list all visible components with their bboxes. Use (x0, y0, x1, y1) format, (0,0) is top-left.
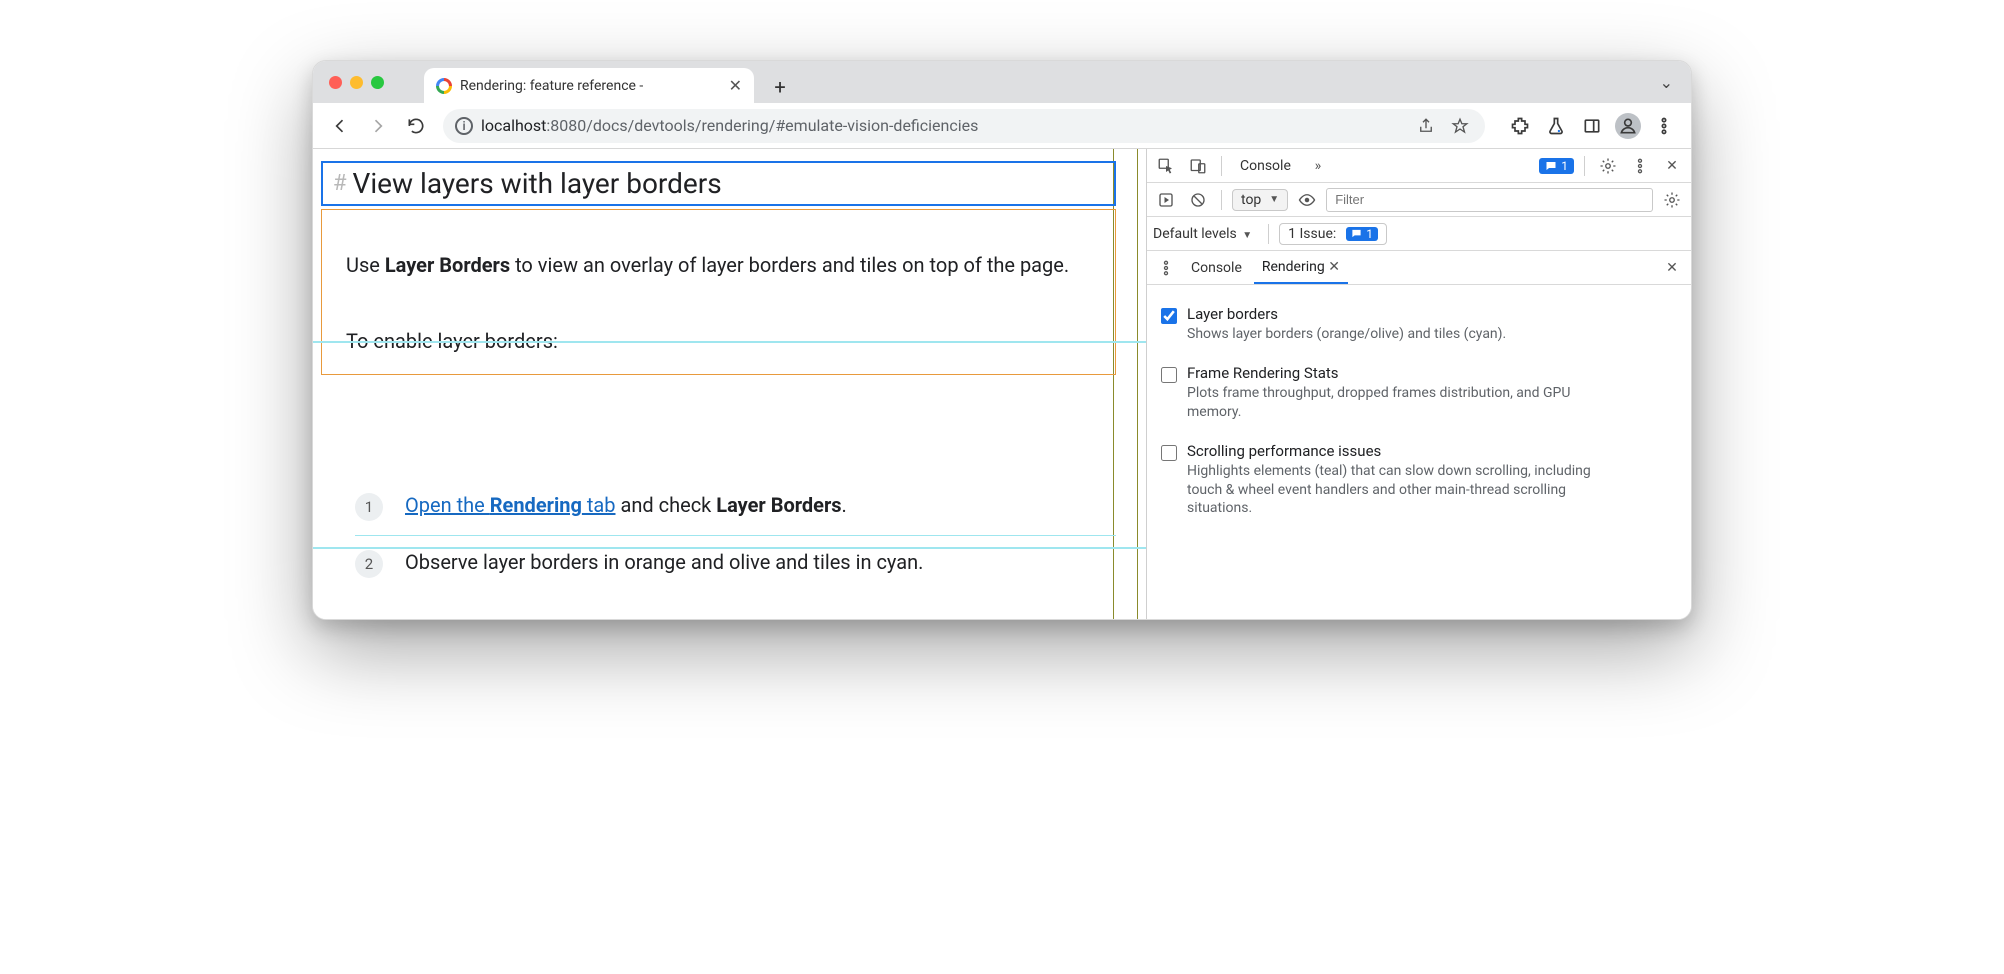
site-info-icon[interactable]: i (455, 117, 473, 135)
issues-pill[interactable]: 1 Issue: 1 (1279, 223, 1387, 245)
option-desc: Highlights elements (teal) that can slow… (1187, 462, 1627, 519)
context-selector[interactable]: top▼ (1232, 189, 1288, 211)
checkbox-scrolling-perf[interactable] (1161, 445, 1177, 461)
profile-avatar[interactable] (1611, 109, 1645, 143)
content-area: # View layers with layer borders Use Lay… (313, 149, 1691, 619)
checkbox-frame-stats[interactable] (1161, 367, 1177, 383)
console-settings-gear-icon[interactable] (1659, 187, 1685, 213)
side-panel-icon[interactable] (1575, 109, 1609, 143)
url-port: :8080 (546, 116, 586, 135)
titlebar: Rendering: feature reference - ✕ + ⌄ (313, 61, 1691, 103)
device-toggle-icon[interactable] (1185, 153, 1211, 179)
forward-button[interactable] (361, 109, 395, 143)
option-title: Frame Rendering Stats (1187, 364, 1627, 382)
hash-icon: # (333, 171, 347, 196)
checkbox-layer-borders[interactable] (1161, 308, 1177, 324)
labs-flask-icon[interactable] (1539, 109, 1573, 143)
option-scrolling-perf[interactable]: Scrolling performance issues Highlights … (1161, 432, 1677, 529)
fullscreen-window-button[interactable] (371, 76, 384, 89)
page-heading: # View layers with layer borders (321, 161, 1116, 206)
close-window-button[interactable] (329, 76, 342, 89)
log-levels-selector[interactable]: Default levels ▼ (1153, 226, 1252, 242)
console-levels-row: Default levels ▼ 1 Issue: 1 (1147, 217, 1691, 251)
minimize-window-button[interactable] (350, 76, 363, 89)
step-text: Observe layer borders in orange and oliv… (405, 550, 923, 574)
new-tab-button[interactable]: + (764, 71, 796, 103)
drawer-close-icon[interactable]: ✕ (1659, 255, 1685, 281)
devtools-main-toolbar: Console » 1 ✕ (1147, 149, 1691, 183)
option-title: Scrolling performance issues (1187, 442, 1627, 460)
option-title: Layer borders (1187, 305, 1506, 323)
drawer-tab-rendering[interactable]: Rendering ✕ (1254, 251, 1348, 284)
rendering-panel: Layer borders Shows layer borders (orang… (1147, 285, 1691, 548)
kebab-menu-icon[interactable] (1647, 109, 1681, 143)
step-text: Open the Rendering tab and check Layer B… (405, 493, 847, 517)
intro-block: Use Layer Borders to view an overlay of … (321, 209, 1116, 375)
drawer-tabstrip: Console Rendering ✕ ✕ (1147, 251, 1691, 285)
more-tabs-chevron-icon[interactable]: » (1305, 153, 1331, 179)
step-item: 2 Observe layer borders in orange and ol… (355, 535, 1116, 592)
steps-list: 1 Open the Rendering tab and check Layer… (355, 479, 1116, 592)
browser-tab[interactable]: Rendering: feature reference - ✕ (424, 68, 754, 103)
settings-gear-icon[interactable] (1595, 153, 1621, 179)
drawer-tab-console[interactable]: Console (1183, 251, 1250, 284)
inspect-element-icon[interactable] (1153, 153, 1179, 179)
heading-text: View layers with layer borders (353, 167, 722, 200)
reload-button[interactable] (399, 109, 433, 143)
close-tab-button[interactable]: ✕ (729, 76, 742, 95)
url-host: localhost (481, 116, 546, 135)
option-desc: Plots frame throughput, dropped frames d… (1187, 384, 1627, 422)
webpage-viewport: # View layers with layer borders Use Lay… (313, 149, 1146, 619)
devtools-close-icon[interactable]: ✕ (1659, 153, 1685, 179)
devtools-panel: Console » 1 ✕ top▼ Default levels ▼ (1146, 149, 1691, 619)
devtools-kebab-icon[interactable] (1627, 153, 1653, 179)
option-layer-borders[interactable]: Layer borders Shows layer borders (orang… (1161, 295, 1677, 354)
window-controls (323, 61, 414, 103)
url-path: /docs/devtools/rendering/#emulate-vision… (586, 116, 978, 135)
intro-paragraph: Use Layer Borders to view an overlay of … (346, 250, 1091, 280)
back-button[interactable] (323, 109, 357, 143)
share-icon[interactable] (1413, 113, 1439, 139)
tab-title: Rendering: feature reference - (460, 78, 643, 94)
tab-list-chevron-icon[interactable]: ⌄ (1660, 73, 1681, 92)
drawer-kebab-icon[interactable] (1153, 255, 1179, 281)
chrome-favicon (436, 78, 452, 94)
step-number: 2 (355, 550, 383, 578)
open-rendering-tab-link[interactable]: Open the Rendering tab (405, 493, 616, 517)
console-filter-input[interactable] (1326, 188, 1653, 212)
close-drawer-tab-icon[interactable]: ✕ (1328, 259, 1340, 275)
devtools-tab-console[interactable]: Console (1232, 149, 1299, 182)
browser-window: Rendering: feature reference - ✕ + ⌄ i l… (312, 60, 1692, 620)
clear-console-icon[interactable] (1185, 187, 1211, 213)
step-number: 1 (355, 493, 383, 521)
toolbar: i localhost:8080/docs/devtools/rendering… (313, 103, 1691, 149)
messages-badge[interactable]: 1 (1539, 158, 1574, 174)
console-toolbar: top▼ (1147, 183, 1691, 217)
live-expression-eye-icon[interactable] (1294, 187, 1320, 213)
extensions-icon[interactable] (1503, 109, 1537, 143)
execute-icon[interactable] (1153, 187, 1179, 213)
url: localhost:8080/docs/devtools/rendering/#… (481, 116, 978, 135)
step-item: 1 Open the Rendering tab and check Layer… (355, 479, 1116, 535)
bookmark-star-icon[interactable] (1447, 113, 1473, 139)
address-bar[interactable]: i localhost:8080/docs/devtools/rendering… (443, 109, 1485, 143)
option-frame-rendering-stats[interactable]: Frame Rendering Stats Plots frame throug… (1161, 354, 1677, 432)
toolbar-actions (1503, 109, 1681, 143)
option-desc: Shows layer borders (orange/olive) and t… (1187, 325, 1506, 344)
